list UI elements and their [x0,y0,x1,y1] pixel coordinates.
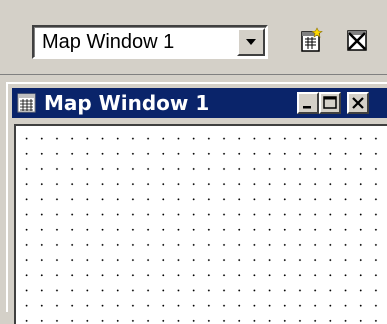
maximize-icon [323,96,337,109]
toolbar: Map Window 1 [0,0,387,75]
map-canvas[interactable] [14,124,387,324]
dropdown-button[interactable] [237,28,265,56]
map-window: Map Window 1 [6,82,387,324]
maximize-button[interactable] [319,92,341,114]
map-window-icon [17,93,36,113]
close-button[interactable] [347,92,369,114]
title-bar[interactable]: Map Window 1 [12,88,387,118]
map-window-select-value: Map Window 1 [42,31,175,53]
window-title: Map Window 1 [44,91,210,115]
chevron-down-icon [246,39,256,45]
map-window-select[interactable]: Map Window 1 [32,25,268,59]
close-map-window-icon[interactable] [344,27,370,53]
minimize-button[interactable] [297,92,319,114]
new-map-window-icon[interactable] [298,27,324,53]
close-icon [352,97,364,109]
minimize-icon [303,106,311,109]
